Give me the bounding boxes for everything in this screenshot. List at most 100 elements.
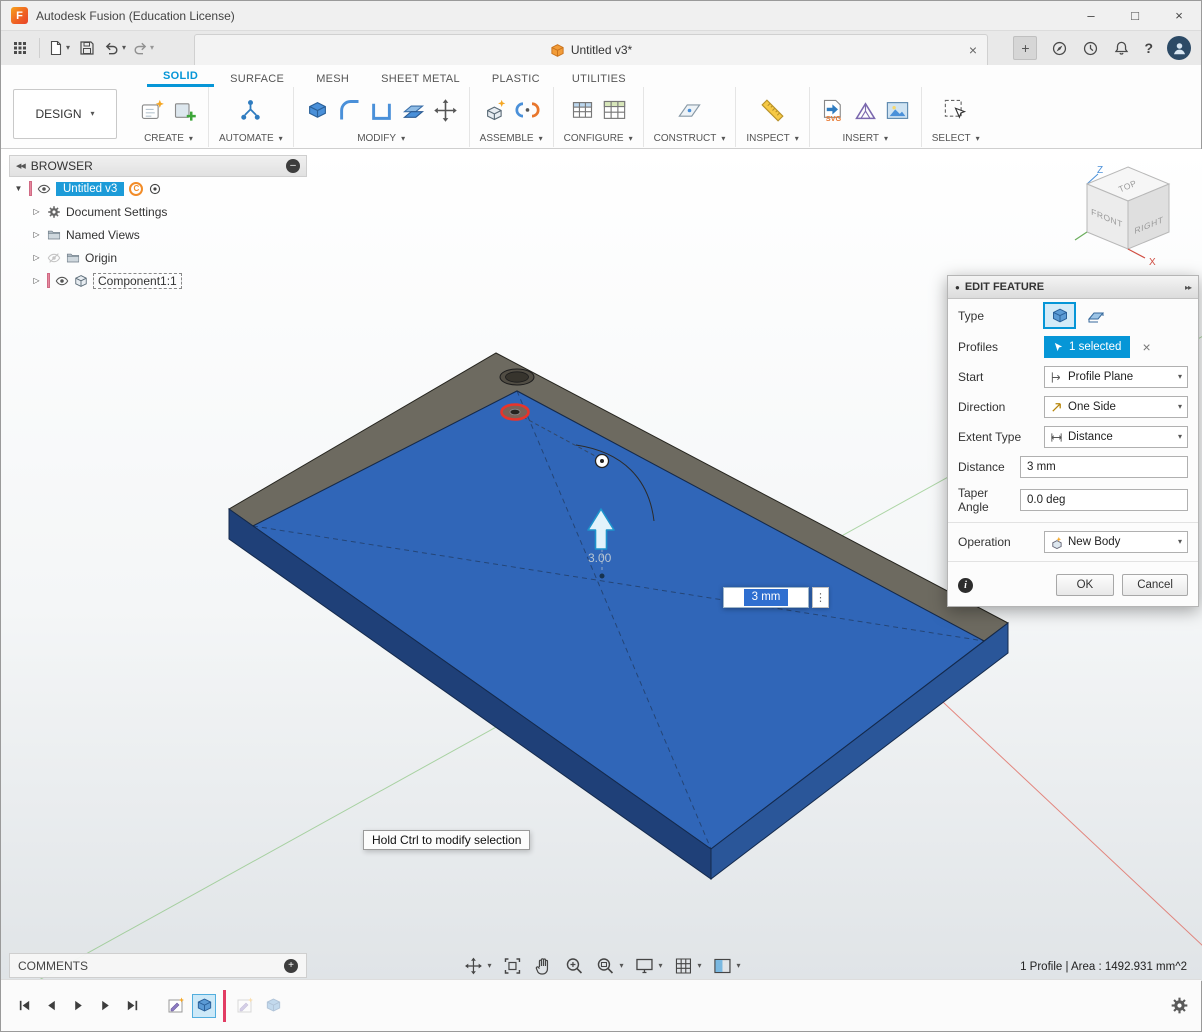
joint-icon[interactable] <box>514 97 541 124</box>
group-label-automate[interactable]: AUTOMATE▾ <box>219 133 283 144</box>
avatar[interactable] <box>1167 36 1191 60</box>
timeline-settings-gear-icon[interactable] <box>1170 996 1189 1015</box>
tab-mesh[interactable]: MESH <box>300 70 365 87</box>
create-base-feature-icon[interactable] <box>171 97 198 124</box>
root-document-label[interactable]: Untitled v3 <box>56 182 124 196</box>
timeline-play-button[interactable] <box>67 995 89 1017</box>
new-tab-button[interactable]: + <box>1013 36 1037 60</box>
comments-bar[interactable]: COMMENTS + <box>9 953 307 978</box>
notifications-bell-icon[interactable] <box>1113 40 1130 57</box>
mini-input-menu-icon[interactable]: ⋮ <box>812 587 829 608</box>
distance-mini-input[interactable]: 3 mm <box>723 587 809 608</box>
3d-viewport[interactable]: 3.00 ◀◀ BROWSER – ▼ Untitled v3 C ▷ Docu… <box>1 149 1202 981</box>
group-label-construct[interactable]: CONSTRUCT▾ <box>654 133 726 144</box>
activate-target-icon[interactable] <box>148 182 162 196</box>
measure-icon[interactable] <box>759 97 786 124</box>
extent-type-select[interactable]: Distance ▾ <box>1044 426 1188 448</box>
timeline-skip-start-button[interactable] <box>13 995 35 1017</box>
pan-tool-button[interactable] <box>533 956 553 976</box>
timeline-sketch-feature-ghost[interactable] <box>233 994 257 1018</box>
browser-item-document-settings[interactable]: ▷ Document Settings <box>9 200 307 223</box>
operation-select[interactable]: New Body ▾ <box>1044 531 1188 553</box>
file-menu-button[interactable]: ▾ <box>48 35 70 61</box>
display-settings-button[interactable]: ▾ <box>634 956 662 976</box>
extrude-type-solid-button[interactable] <box>1044 303 1075 328</box>
tab-plastic[interactable]: PLASTIC <box>476 70 556 87</box>
grid-settings-button[interactable]: ▾ <box>674 956 702 976</box>
group-label-inspect[interactable]: INSPECT▾ <box>746 133 798 144</box>
start-select[interactable]: Profile Plane ▾ <box>1044 366 1188 388</box>
expander-open-icon[interactable]: ▼ <box>13 184 24 193</box>
move-copy-icon[interactable] <box>432 97 459 124</box>
undo-button[interactable]: ▾ <box>104 35 126 61</box>
tab-solid[interactable]: SOLID <box>147 67 214 87</box>
group-label-configure[interactable]: CONFIGURE▾ <box>564 133 633 144</box>
browser-item-named-views[interactable]: ▷ Named Views <box>9 223 307 246</box>
collapse-browser-icon[interactable]: ◀◀ <box>16 162 25 170</box>
ok-button[interactable]: OK <box>1056 574 1115 596</box>
viewcube[interactable]: Z TOP FRONT RIGHT X <box>1071 157 1189 275</box>
insert-svg-icon[interactable]: SVG <box>820 97 847 124</box>
clear-selection-icon[interactable]: × <box>1142 339 1150 355</box>
canvas-icon[interactable] <box>884 97 911 124</box>
construct-plane-icon[interactable] <box>676 97 703 124</box>
shell-icon[interactable] <box>368 97 395 124</box>
profiles-selected-chip[interactable]: 1 selected <box>1044 336 1130 358</box>
timeline-step-forward-button[interactable] <box>94 995 116 1017</box>
timeline-step-back-button[interactable] <box>40 995 62 1017</box>
cancel-button[interactable]: Cancel <box>1122 574 1188 596</box>
direction-select[interactable]: One Side ▾ <box>1044 396 1188 418</box>
dialog-collapse-icon[interactable]: ▸▸ <box>1185 283 1191 292</box>
expander-closed-icon[interactable]: ▷ <box>31 276 42 285</box>
configuration-table-icon[interactable] <box>601 97 628 124</box>
save-button[interactable] <box>76 35 98 61</box>
tab-sheet-metal[interactable]: SHEET METAL <box>365 70 476 87</box>
timeline-sketch-feature[interactable] <box>164 994 188 1018</box>
tab-surface[interactable]: SURFACE <box>214 70 300 87</box>
group-label-insert[interactable]: INSERT▾ <box>843 133 889 144</box>
tab-utilities[interactable]: UTILITIES <box>556 70 642 87</box>
timeline-extrude-feature-selected[interactable] <box>192 994 216 1018</box>
fit-view-button[interactable] <box>502 956 522 976</box>
redo-button[interactable]: ▾ <box>132 35 154 61</box>
visibility-eye-icon[interactable] <box>37 182 51 196</box>
fillet-icon[interactable] <box>336 97 363 124</box>
new-component-icon[interactable] <box>482 97 509 124</box>
press-pull-icon[interactable] <box>304 97 331 124</box>
minimize-button[interactable]: – <box>1069 1 1113 30</box>
close-window-button[interactable]: × <box>1157 1 1201 30</box>
insert-mesh-icon[interactable] <box>852 97 879 124</box>
zoom-window-button[interactable]: ▾ <box>595 956 623 976</box>
expander-closed-icon[interactable]: ▷ <box>31 207 42 216</box>
browser-item-component[interactable]: ▷ Component1:1 <box>9 269 307 292</box>
group-label-select[interactable]: SELECT▾ <box>932 133 980 144</box>
expander-closed-icon[interactable]: ▷ <box>31 253 42 262</box>
visibility-off-eye-icon[interactable] <box>47 251 61 265</box>
history-clock-icon[interactable] <box>1082 40 1099 57</box>
timeline-extrude-feature-ghost[interactable] <box>261 994 285 1018</box>
timeline-skip-end-button[interactable] <box>121 995 143 1017</box>
visibility-eye-icon[interactable] <box>55 274 69 288</box>
distance-input[interactable] <box>1020 456 1188 478</box>
expander-closed-icon[interactable]: ▷ <box>31 230 42 239</box>
zoom-tool-button[interactable] <box>564 956 584 976</box>
automate-icon[interactable] <box>237 97 264 124</box>
extrude-type-thin-button[interactable] <box>1080 303 1111 328</box>
create-sketch-icon[interactable] <box>139 97 166 124</box>
combine-icon[interactable] <box>400 97 427 124</box>
browser-root-row[interactable]: ▼ Untitled v3 C <box>9 177 307 200</box>
group-label-assemble[interactable]: ASSEMBLE▾ <box>480 133 543 144</box>
help-icon[interactable]: ? <box>1144 40 1153 56</box>
info-icon[interactable]: i <box>958 578 973 593</box>
maximize-button[interactable]: □ <box>1113 1 1157 30</box>
expand-comments-icon[interactable]: + <box>284 959 298 973</box>
app-grid-icon[interactable] <box>9 35 31 61</box>
workspace-selector[interactable]: DESIGN ▾ <box>13 89 117 139</box>
group-label-create[interactable]: CREATE▾ <box>144 133 193 144</box>
timeline-position-marker[interactable] <box>223 990 226 1022</box>
taper-angle-input[interactable] <box>1020 489 1188 511</box>
job-status-icon[interactable] <box>1051 40 1068 57</box>
browser-item-origin[interactable]: ▷ Origin <box>9 246 307 269</box>
orbit-tool-button[interactable]: ▾ <box>463 956 491 976</box>
viewports-button[interactable]: ▾ <box>713 956 741 976</box>
